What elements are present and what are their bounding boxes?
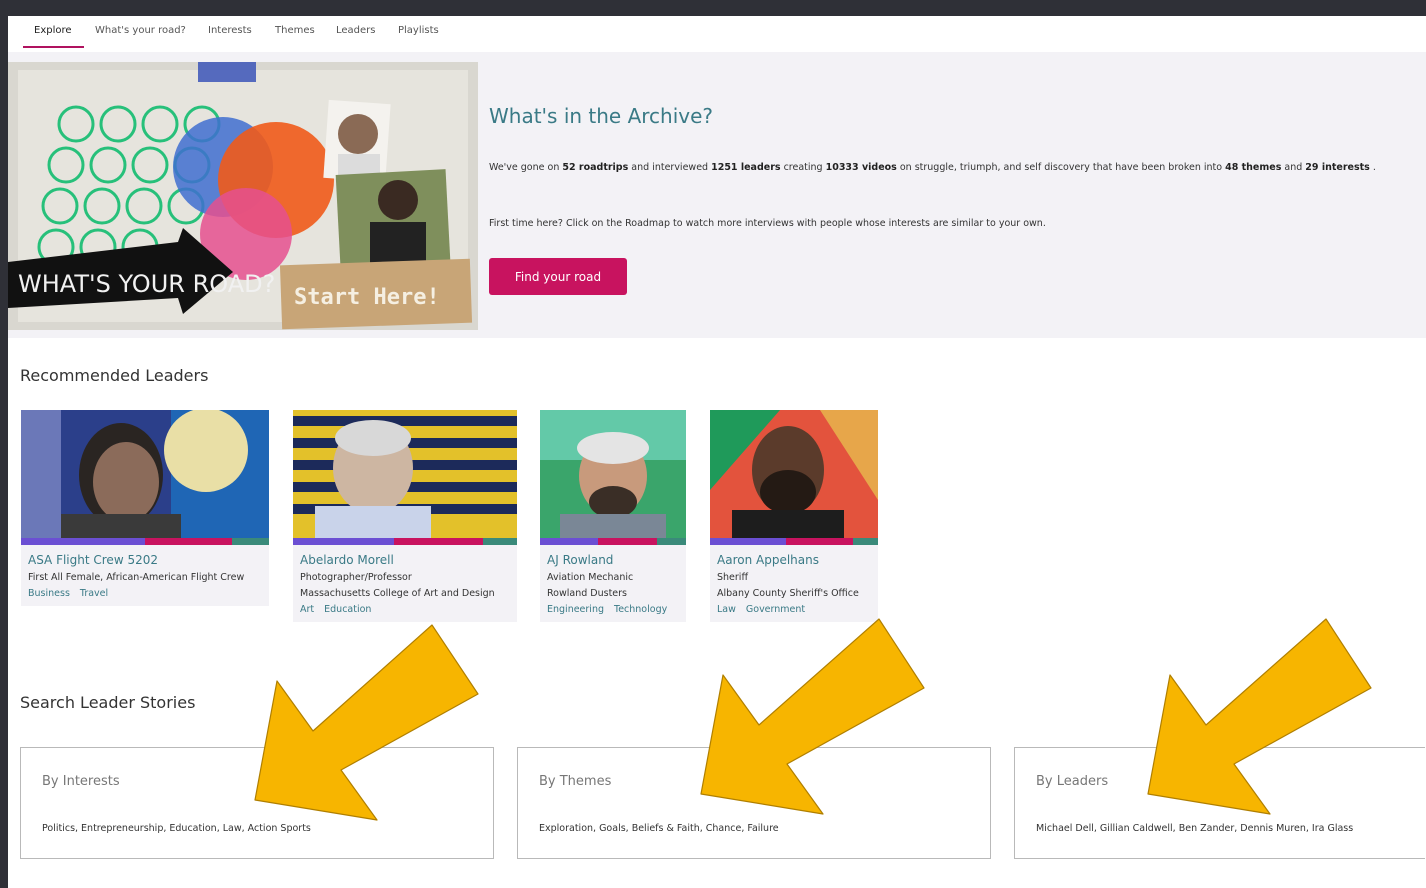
tag-link[interactable]: Education xyxy=(324,604,371,615)
videos-count: 10333 videos xyxy=(825,162,897,173)
tag-link[interactable]: Law xyxy=(717,604,736,615)
nav-interests[interactable]: Interests xyxy=(208,25,252,36)
tag-link[interactable]: Travel xyxy=(80,588,108,599)
search-box-title: By Interests xyxy=(42,774,120,789)
leader-tags: Business Travel xyxy=(21,583,269,606)
leader-tags: Law Government xyxy=(710,599,878,622)
window-left-edge xyxy=(0,0,8,888)
tag-link[interactable]: Engineering xyxy=(547,604,604,615)
search-by-leaders-box[interactable]: By Leaders Michael Dell, Gillian Caldwel… xyxy=(1014,747,1425,859)
card-color-bar xyxy=(540,538,686,545)
tag-link[interactable]: Government xyxy=(746,604,805,615)
search-leader-stories-title: Search Leader Stories xyxy=(20,693,196,712)
banner-start-text: Start Here! xyxy=(294,285,440,310)
leader-organization: Massachusetts College of Art and Design xyxy=(300,588,495,599)
leader-card[interactable]: Aaron Appelhans Sheriff Albany County Sh… xyxy=(710,410,878,622)
leader-name[interactable]: Aaron Appelhans xyxy=(710,545,878,567)
card-color-bar xyxy=(293,538,517,545)
leader-title: Aviation Mechanic xyxy=(547,572,634,583)
leader-name[interactable]: ASA Flight Crew 5202 xyxy=(21,545,269,567)
archive-hero: WHAT'S YOUR ROAD? Start Here! What's in … xyxy=(8,52,1426,338)
search-box-examples: Michael Dell, Gillian Caldwell, Ben Zand… xyxy=(1036,823,1354,834)
banner-road-text: WHAT'S YOUR ROAD? xyxy=(18,270,275,298)
nav-playlists[interactable]: Playlists xyxy=(398,25,439,36)
search-box-examples: Politics, Entrepreneurship, Education, L… xyxy=(42,823,311,834)
leader-photo xyxy=(710,410,878,538)
search-box-title: By Leaders xyxy=(1036,774,1109,789)
archive-description: We've gone on 52 roadtrips and interview… xyxy=(489,162,1376,173)
leader-photo xyxy=(293,410,517,538)
card-color-bar xyxy=(710,538,878,545)
nav-leaders[interactable]: Leaders xyxy=(336,25,376,36)
leader-organization: Albany County Sheriff's Office xyxy=(717,588,859,599)
tag-link[interactable]: Technology xyxy=(614,604,667,615)
leader-card[interactable]: Abelardo Morell Photographer/Professor M… xyxy=(293,410,517,622)
search-box-examples: Exploration, Goals, Beliefs & Faith, Cha… xyxy=(539,823,779,834)
themes-count: 48 themes xyxy=(1225,162,1282,173)
window-top-edge xyxy=(0,0,1426,16)
leader-organization: Rowland Dusters xyxy=(547,588,627,599)
archive-title: What's in the Archive? xyxy=(489,104,714,128)
recommended-leaders-title: Recommended Leaders xyxy=(20,366,209,385)
leader-name[interactable]: Abelardo Morell xyxy=(293,545,517,567)
leader-tags: Engineering Technology xyxy=(540,599,686,622)
tag-link[interactable]: Business xyxy=(28,588,70,599)
search-by-interests-box[interactable]: By Interests Politics, Entrepreneurship,… xyxy=(20,747,494,859)
leader-card[interactable]: AJ Rowland Aviation Mechanic Rowland Dus… xyxy=(540,410,686,622)
whats-your-road-banner[interactable]: WHAT'S YOUR ROAD? Start Here! xyxy=(8,62,478,330)
nav-themes[interactable]: Themes xyxy=(275,25,315,36)
nav-whats-your-road[interactable]: What's your road? xyxy=(95,25,186,36)
search-box-title: By Themes xyxy=(539,774,612,789)
first-time-hint: First time here? Click on the Roadmap to… xyxy=(489,218,1046,229)
leader-name[interactable]: AJ Rowland xyxy=(540,545,686,567)
leader-title: Sheriff xyxy=(717,572,748,583)
top-nav: Explore What's your road? Interests Them… xyxy=(8,16,1426,52)
find-your-road-button[interactable]: Find your road xyxy=(489,258,627,295)
tag-link[interactable]: Art xyxy=(300,604,314,615)
leader-photo xyxy=(21,410,269,538)
leader-title: Photographer/Professor xyxy=(300,572,412,583)
leaders-count: 1251 leaders xyxy=(711,162,781,173)
search-by-themes-box[interactable]: By Themes Exploration, Goals, Beliefs & … xyxy=(517,747,991,859)
interests-count: 29 interests xyxy=(1305,162,1370,173)
leader-photo xyxy=(540,410,686,538)
nav-explore[interactable]: Explore xyxy=(34,25,72,36)
leader-card[interactable]: ASA Flight Crew 5202 First All Female, A… xyxy=(21,410,269,606)
leader-title: First All Female, African-American Fligh… xyxy=(28,572,245,583)
roadtrips-count: 52 roadtrips xyxy=(562,162,629,173)
active-tab-indicator xyxy=(23,46,84,48)
card-color-bar xyxy=(21,538,269,545)
leader-tags: Art Education xyxy=(293,599,517,622)
